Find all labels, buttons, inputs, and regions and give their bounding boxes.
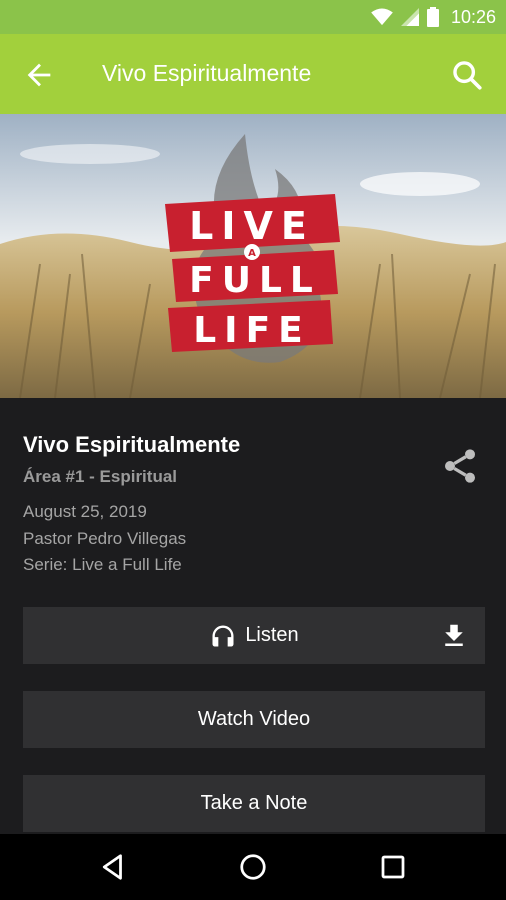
watch-video-label: Watch Video — [197, 708, 311, 730]
artwork-line-life: LIFE — [193, 310, 311, 351]
signal-icon — [400, 8, 419, 26]
sermon-series: Serie: Live a Full Life — [23, 555, 182, 574]
status-time: 10:26 — [450, 6, 496, 27]
nav-back-icon[interactable] — [98, 852, 128, 882]
download-icon[interactable] — [439, 621, 469, 651]
artwork-line-live: LIVE — [189, 204, 315, 248]
listen-button[interactable]: Listen — [23, 607, 485, 664]
sermon-speaker: Pastor Pedro Villegas — [23, 529, 187, 548]
share-icon[interactable] — [440, 446, 480, 486]
nav-recents-icon[interactable] — [378, 852, 408, 882]
watch-video-button[interactable]: Watch Video — [23, 691, 485, 748]
sermon-date: August 25, 2019 — [23, 502, 147, 521]
sermon-title: Vivo Espiritualmente — [23, 432, 241, 457]
app-bar: Vivo Espiritualmente — [0, 34, 506, 114]
back-arrow-icon[interactable] — [22, 58, 56, 92]
sermon-artwork: LIVE A FULL LIFE — [0, 114, 506, 398]
sermon-area: Área #1 - Espiritual — [23, 467, 178, 486]
sermon-details: Vivo Espiritualmente Área #1 - Espiritua… — [0, 398, 506, 834]
take-note-label: Take a Note — [200, 792, 308, 814]
artwork-line-full: FULL — [189, 260, 321, 301]
artwork-line-a: A — [248, 248, 256, 259]
page-title: Vivo Espiritualmente — [102, 60, 312, 86]
status-bar: 10:26 — [0, 0, 506, 34]
search-icon[interactable] — [450, 58, 484, 92]
headphones-icon — [212, 625, 234, 646]
nav-home-icon[interactable] — [238, 852, 268, 882]
wifi-icon — [371, 8, 393, 26]
listen-label: Listen — [245, 624, 299, 646]
battery-icon — [426, 7, 439, 27]
take-note-button[interactable]: Take a Note — [23, 775, 485, 832]
system-nav-bar — [0, 834, 506, 900]
